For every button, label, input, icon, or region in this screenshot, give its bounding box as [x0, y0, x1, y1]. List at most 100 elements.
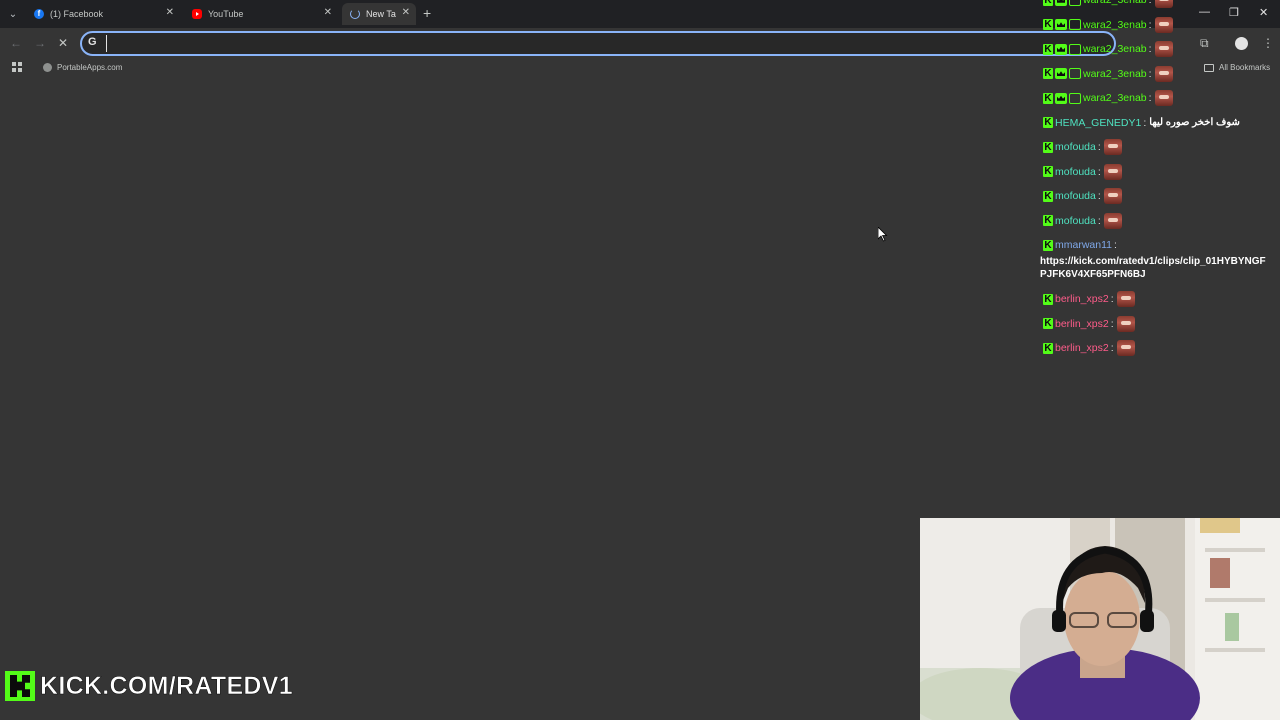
crown-badge-icon	[1055, 68, 1067, 80]
chat-emote-icon	[1103, 163, 1122, 180]
chat-message: Kmofouda:	[1040, 135, 1276, 160]
chat-separator: :	[1148, 67, 1152, 80]
kick-badge-icon: K	[1043, 141, 1053, 153]
screen: ⌄ f (1) Facebook ✕ YouTube ✕ New Ta ✕ + …	[0, 0, 1280, 720]
chat-emote-icon	[1103, 139, 1122, 156]
kick-badge-icon: K	[1043, 19, 1053, 31]
chat-message: Kwara2_3enab:	[1040, 13, 1276, 38]
chat-username[interactable]: mofouda	[1055, 141, 1096, 153]
kick-badge-icon: K	[1043, 92, 1053, 104]
close-tab-icon[interactable]: ✕	[402, 7, 410, 18]
tab-new-tab[interactable]: New Ta ✕	[342, 3, 416, 25]
mouse-cursor-icon	[878, 227, 888, 242]
chat-message-text: شوف اخخر صوره ليها	[1149, 117, 1240, 129]
crown-badge-icon	[1055, 92, 1067, 104]
kick-channel-url: KICK.COM/RATEDV1	[40, 671, 293, 700]
address-input[interactable]	[106, 35, 1006, 52]
chat-username[interactable]: wara2_3enab	[1083, 43, 1147, 55]
chat-emote-icon	[1116, 340, 1135, 357]
chat-username[interactable]: wara2_3enab	[1083, 68, 1147, 80]
kick-badge-icon: K	[1043, 166, 1053, 178]
kick-badge-icon: K	[1043, 318, 1053, 330]
chat-username[interactable]: mofouda	[1055, 215, 1096, 227]
chat-separator: :	[1110, 342, 1114, 355]
chat-separator: :	[1148, 92, 1152, 105]
chat-separator: :	[1110, 293, 1114, 306]
close-tab-icon[interactable]: ✕	[324, 7, 332, 18]
address-bar[interactable]: G	[80, 31, 1116, 56]
chat-username[interactable]: berlin_xps2	[1055, 293, 1109, 305]
kick-badge-icon: K	[1043, 68, 1053, 80]
tab-title: YouTube	[208, 9, 244, 19]
google-icon: G	[88, 36, 97, 48]
subscriber-badge-icon	[1069, 68, 1081, 80]
chat-username[interactable]: wara2_3enab	[1083, 0, 1147, 6]
webcam-feed	[920, 518, 1280, 720]
apps-grid-icon[interactable]	[12, 62, 22, 72]
kick-badge-icon: K	[1043, 0, 1053, 6]
chat-separator: :	[1097, 214, 1101, 227]
chat-message: Kmmarwan11: https://kick.com/ratedv1/clip…	[1040, 233, 1276, 287]
chat-emote-icon	[1154, 16, 1173, 33]
chat-username[interactable]: berlin_xps2	[1055, 318, 1109, 330]
chat-message: Kwara2_3enab:	[1040, 37, 1276, 62]
bookmark-portableapps[interactable]: PortableApps.com	[43, 63, 122, 72]
subscriber-badge-icon	[1069, 19, 1081, 31]
chat-message: Kmofouda:	[1040, 184, 1276, 209]
chat-message: Kwara2_3enab:	[1040, 0, 1276, 13]
chat-message-link[interactable]: https://kick.com/ratedv1/clips/clip_01HY…	[1040, 255, 1272, 287]
chat-username[interactable]: berlin_xps2	[1055, 342, 1109, 354]
chat-separator: :	[1148, 43, 1152, 56]
subscriber-badge-icon	[1069, 0, 1081, 6]
chat-emote-icon	[1154, 90, 1173, 107]
chat-username[interactable]: mmarwan11	[1055, 239, 1112, 251]
chat-separator: :	[1110, 317, 1114, 330]
facebook-icon: f	[34, 9, 44, 19]
chat-emote-icon	[1154, 65, 1173, 82]
chat-username[interactable]: mofouda	[1055, 166, 1096, 178]
kick-badge-icon: K	[1043, 117, 1053, 129]
chat-emote-icon	[1116, 315, 1135, 332]
subscriber-badge-icon	[1069, 43, 1081, 55]
chat-message: Kberlin_xps2:	[1040, 336, 1276, 361]
chat-separator: :	[1114, 239, 1117, 251]
chat-message: Kberlin_xps2:	[1040, 312, 1276, 337]
chat-username[interactable]: wara2_3enab	[1083, 19, 1147, 31]
kick-badge-icon: K	[1043, 342, 1053, 354]
stream-chat-overlay: Kwara2_3enab: Kwara2_3enab: Kwara2_3enab: K…	[1040, 0, 1276, 361]
kick-badge-icon: K	[1043, 190, 1053, 202]
chat-username[interactable]: wara2_3enab	[1083, 92, 1147, 104]
stop-loading-icon[interactable]: ✕	[58, 36, 68, 50]
forward-arrow-icon[interactable]: →	[34, 36, 46, 50]
globe-icon	[43, 63, 52, 72]
close-tab-icon[interactable]: ✕	[166, 7, 174, 18]
chat-emote-icon	[1103, 188, 1122, 205]
bookmark-label: PortableApps.com	[57, 63, 123, 72]
chat-message: Kwara2_3enab:	[1040, 86, 1276, 111]
chat-emote-icon	[1154, 0, 1173, 9]
crown-badge-icon	[1055, 19, 1067, 31]
new-tab-plus-icon[interactable]: +	[423, 6, 431, 20]
back-arrow-icon[interactable]: ←	[10, 36, 22, 50]
kick-logo-icon	[5, 671, 35, 701]
tab-search-chevron-icon[interactable]: ⌄	[4, 5, 22, 23]
chat-message: Kmofouda:	[1040, 209, 1276, 234]
chat-separator: :	[1097, 141, 1101, 154]
chat-username[interactable]: HEMA_GENEDY1	[1055, 117, 1141, 129]
chat-separator: :	[1097, 190, 1101, 203]
tab-youtube[interactable]: YouTube ✕	[184, 3, 338, 25]
chat-separator: :	[1148, 18, 1152, 31]
subscriber-badge-icon	[1069, 92, 1081, 104]
chat-message: Kmofouda:	[1040, 160, 1276, 185]
kick-badge-icon: K	[1043, 239, 1053, 251]
kick-branding: KICK.COM/RATEDV1	[5, 670, 293, 702]
chat-message: Kberlin_xps2:	[1040, 287, 1276, 312]
chat-username[interactable]: mofouda	[1055, 190, 1096, 202]
chat-separator: :	[1097, 165, 1101, 178]
tab-facebook[interactable]: f (1) Facebook ✕	[26, 3, 180, 25]
chat-separator: :	[1143, 116, 1147, 129]
loading-spinner-icon	[350, 9, 360, 19]
crown-badge-icon	[1055, 43, 1067, 55]
tab-title: New Ta	[366, 9, 396, 19]
chat-emote-icon	[1154, 41, 1173, 58]
